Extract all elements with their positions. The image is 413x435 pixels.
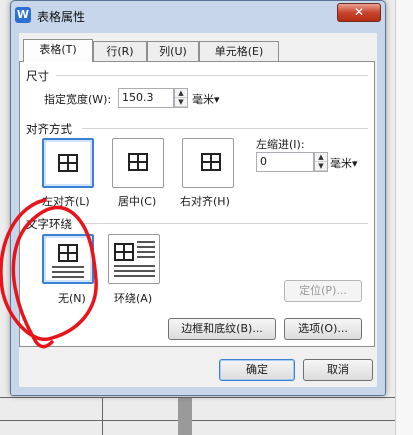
size-section-label: 尺寸 bbox=[26, 69, 49, 83]
tab-cell[interactable]: 单元格(E) bbox=[199, 41, 279, 61]
table-grid-icon bbox=[58, 154, 78, 172]
red-annotation-circle bbox=[0, 198, 98, 349]
table-border bbox=[0, 420, 413, 421]
width-input[interactable]: 150.3 bbox=[118, 88, 174, 108]
width-spinner[interactable]: ▲ ▼ bbox=[174, 88, 188, 108]
cancel-button[interactable]: 取消 bbox=[303, 359, 373, 381]
spin-down-icon[interactable]: ▼ bbox=[315, 162, 327, 171]
title-bar[interactable]: W 表格属性 ✕ bbox=[11, 1, 385, 31]
left-indent-input[interactable]: 0 bbox=[256, 152, 314, 172]
borders-shading-button[interactable]: 边框和底纹(B)... bbox=[168, 318, 276, 340]
align-center-option[interactable] bbox=[112, 138, 164, 188]
left-indent-label: 左缩进(I): bbox=[256, 138, 305, 151]
spin-up-icon[interactable]: ▲ bbox=[175, 89, 187, 98]
window-title: 表格属性 bbox=[37, 10, 86, 24]
ruler-marker bbox=[178, 398, 192, 435]
align-right-label: 右对齐(H) bbox=[180, 195, 230, 208]
indent-spinner[interactable]: ▲ ▼ bbox=[314, 152, 328, 172]
divider bbox=[56, 75, 368, 76]
wps-app-icon: W bbox=[15, 7, 31, 23]
table-tab-panel: 尺寸 指定宽度(W): 150.3 ▲ ▼ 毫米▾ 对齐方式 左对齐(L) 居中(… bbox=[0, 61, 375, 349]
alignment-section-label: 对齐方式 bbox=[26, 122, 72, 136]
tab-table[interactable]: 表格(T) bbox=[23, 39, 93, 62]
table-border bbox=[102, 397, 103, 435]
tab-row[interactable]: 行(R) bbox=[93, 41, 147, 61]
table-properties-dialog: W 表格属性 ✕ 表格(T) 行(R) 列(U) 单元格(E) 尺寸 指定宽度(… bbox=[0, 0, 386, 396]
width-unit-select[interactable]: 毫米▾ bbox=[192, 91, 220, 107]
ok-button[interactable]: 确定 bbox=[219, 359, 295, 381]
width-label: 指定宽度(W): bbox=[44, 93, 112, 106]
align-left-option[interactable] bbox=[42, 138, 94, 188]
indent-unit-select[interactable]: 毫米▾ bbox=[330, 155, 358, 171]
text-lines-icon bbox=[137, 241, 155, 261]
table-grid-icon bbox=[128, 153, 148, 171]
position-button[interactable]: 定位(P)... bbox=[284, 280, 362, 302]
divider bbox=[82, 128, 368, 129]
dialog-client-area: 表格(T) 行(R) 列(U) 单元格(E) 尺寸 指定宽度(W): 150.3… bbox=[0, 33, 377, 387]
document-margin bbox=[395, 0, 413, 435]
align-right-option[interactable] bbox=[182, 138, 234, 188]
table-grid-icon bbox=[201, 153, 221, 171]
spin-down-icon[interactable]: ▼ bbox=[175, 98, 187, 107]
table-border bbox=[0, 397, 413, 398]
close-button[interactable]: ✕ bbox=[337, 3, 381, 22]
options-button[interactable]: 选项(O)... bbox=[284, 318, 362, 340]
spin-up-icon[interactable]: ▲ bbox=[315, 153, 327, 162]
tab-column[interactable]: 列(U) bbox=[147, 41, 199, 61]
